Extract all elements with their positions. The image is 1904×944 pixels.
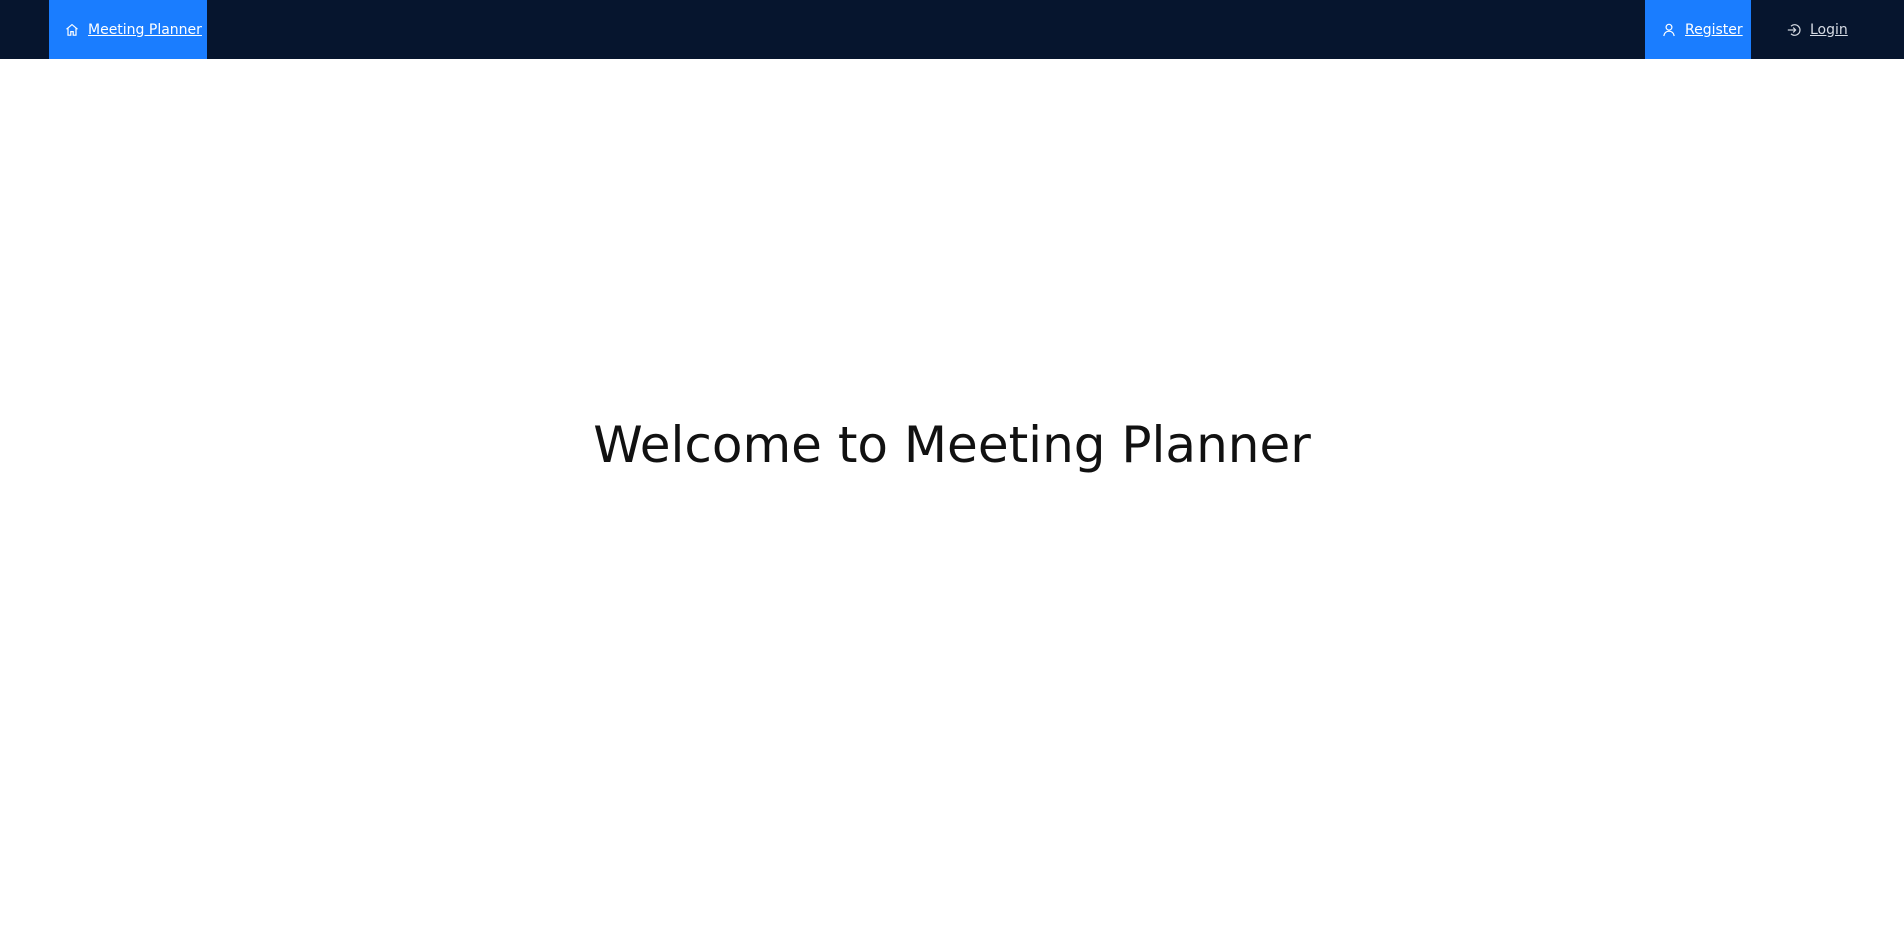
home-link-label: Meeting Planner (88, 21, 202, 38)
login-link-label: Login (1810, 21, 1848, 38)
top-navbar: Meeting Planner Register Login (0, 0, 1904, 59)
home-link[interactable]: Meeting Planner (49, 0, 207, 59)
login-link[interactable]: Login (1751, 0, 1863, 59)
home-icon (64, 22, 80, 38)
register-link-label: Register (1685, 21, 1743, 38)
register-link[interactable]: Register (1645, 0, 1751, 59)
login-icon (1786, 22, 1802, 38)
user-icon (1661, 22, 1677, 38)
welcome-heading: Welcome to Meeting Planner (593, 416, 1311, 474)
